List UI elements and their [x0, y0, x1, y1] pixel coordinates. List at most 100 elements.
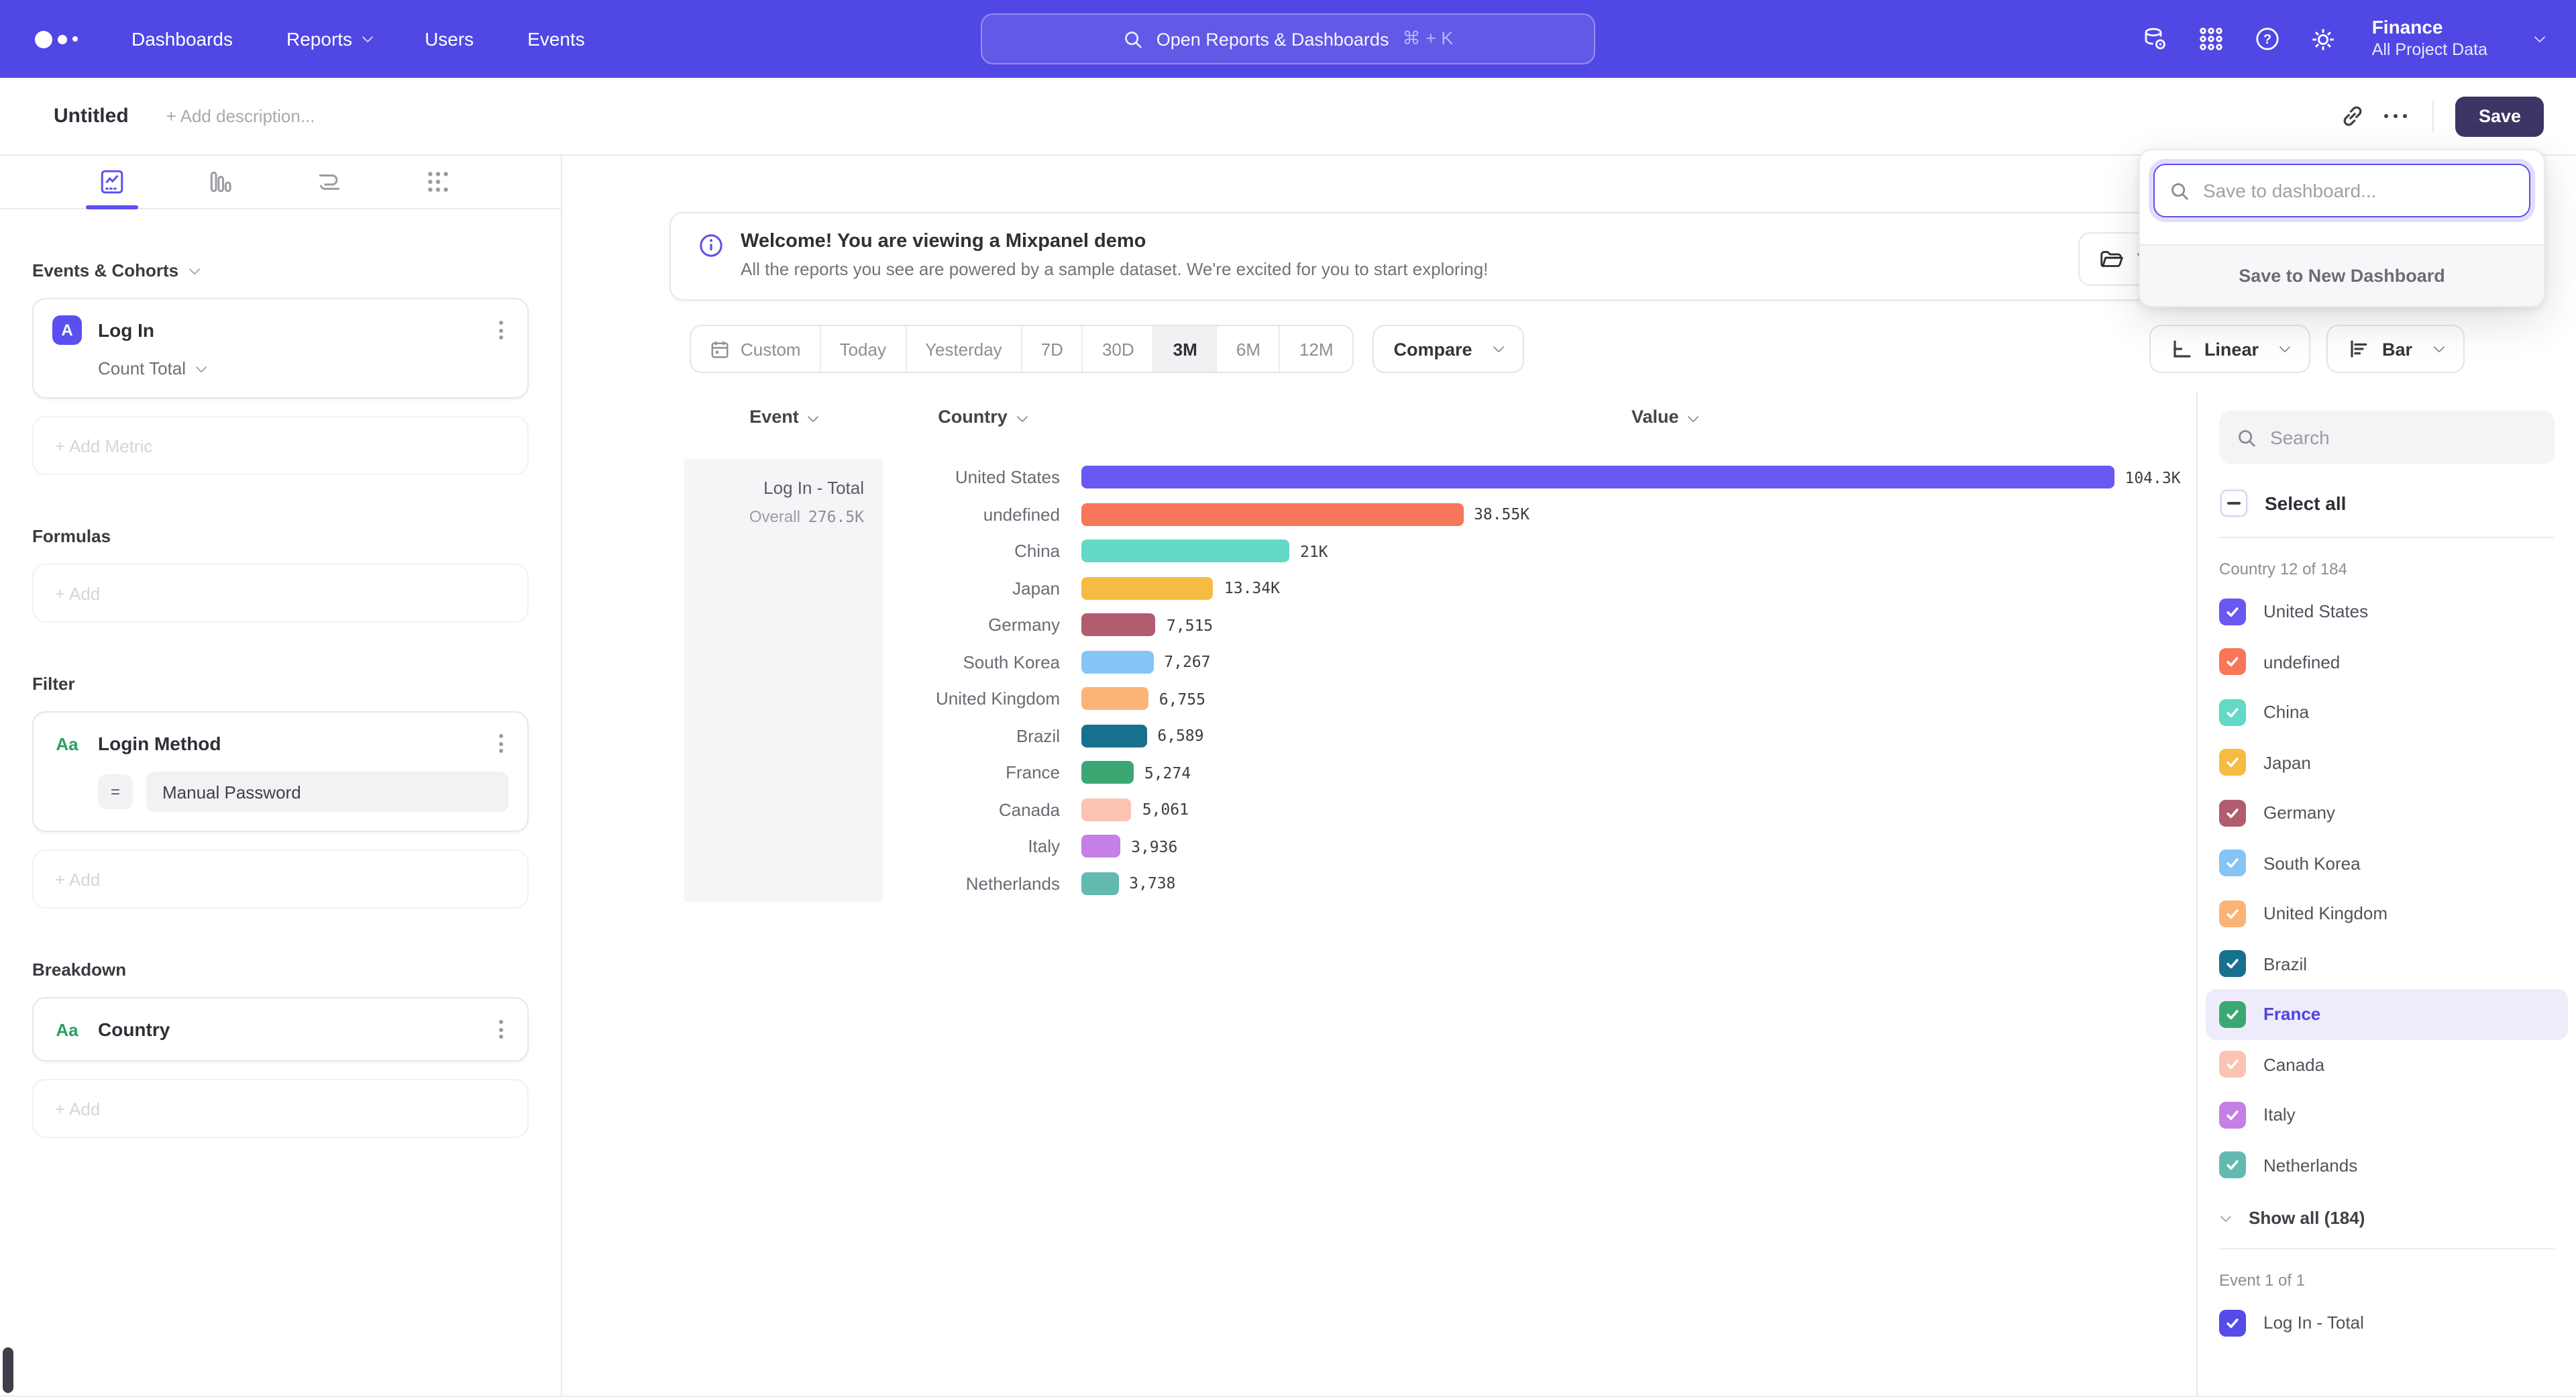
- save-button[interactable]: Save: [2456, 96, 2544, 136]
- mixpanel-logo-icon[interactable]: [35, 30, 78, 48]
- date-range-button[interactable]: 6M: [1218, 326, 1281, 372]
- country-checkbox[interactable]: [2219, 649, 2246, 676]
- country-filter-row[interactable]: Canada: [2206, 1039, 2568, 1090]
- bar[interactable]: [1081, 688, 1148, 711]
- save-to-new-dashboard-button[interactable]: Save to New Dashboard: [2140, 244, 2544, 306]
- country-filter-row[interactable]: China: [2206, 687, 2568, 737]
- date-range-button[interactable]: Yesterday: [906, 326, 1022, 372]
- tab-flows[interactable]: [317, 169, 342, 195]
- filter-card[interactable]: Aa Login Method = Manual Password: [32, 711, 529, 832]
- global-search-button[interactable]: Open Reports & Dashboards ⌘ + K: [981, 13, 1595, 64]
- chart-row: China 21K: [883, 533, 2196, 570]
- events-cohorts-heading[interactable]: Events & Cohorts: [32, 260, 529, 280]
- data-management-icon[interactable]: [2141, 25, 2168, 52]
- country-checkbox[interactable]: [2219, 1001, 2246, 1028]
- event-column-header[interactable]: Event: [684, 406, 883, 426]
- event-series-cell[interactable]: Log In - Total Overall276.5K: [684, 459, 883, 902]
- bar[interactable]: [1081, 835, 1120, 858]
- bar[interactable]: [1081, 872, 1118, 895]
- compare-button[interactable]: Compare: [1373, 325, 1525, 373]
- tab-funnels[interactable]: [208, 169, 233, 195]
- country-filter-row[interactable]: Germany: [2206, 788, 2568, 838]
- metric-kebab-icon[interactable]: [494, 315, 508, 345]
- value-column-header[interactable]: Value: [1631, 406, 1698, 426]
- country-filter-row[interactable]: France: [2206, 989, 2568, 1039]
- chart-type-selector[interactable]: Bar: [2327, 325, 2465, 373]
- filter-operator[interactable]: =: [98, 774, 133, 809]
- add-metric-button[interactable]: + Add Metric: [32, 416, 529, 475]
- nav-events[interactable]: Events: [527, 28, 585, 50]
- nav-reports[interactable]: Reports: [286, 28, 371, 50]
- date-range-button[interactable]: Custom: [691, 326, 821, 372]
- event-filter-row[interactable]: Log In - Total: [2206, 1298, 2568, 1348]
- scrollbar-thumb[interactable]: [3, 1347, 13, 1393]
- tab-retention[interactable]: [425, 169, 451, 195]
- help-icon[interactable]: ?: [2254, 25, 2281, 52]
- date-range-button[interactable]: 7D: [1022, 326, 1083, 372]
- country-filter-label: undefined: [2263, 652, 2340, 672]
- save-dashboard-search-input[interactable]: [2153, 164, 2530, 217]
- chart-row: Netherlands 3,738: [883, 865, 2196, 902]
- date-range-button[interactable]: 3M: [1155, 326, 1218, 372]
- filter-kebab-icon[interactable]: [494, 729, 508, 758]
- country-filter-row[interactable]: Netherlands: [2206, 1140, 2568, 1190]
- bar[interactable]: [1081, 614, 1156, 637]
- country-filter-row[interactable]: South Korea: [2206, 838, 2568, 888]
- add-filter-button[interactable]: + Add: [32, 849, 529, 909]
- add-breakdown-button[interactable]: + Add: [32, 1079, 529, 1138]
- country-checkbox[interactable]: [2219, 599, 2246, 625]
- apps-grid-icon[interactable]: [2198, 25, 2224, 52]
- select-all-row[interactable]: Select all: [2219, 490, 2555, 517]
- country-checkbox[interactable]: [2219, 1051, 2246, 1078]
- nav-users[interactable]: Users: [425, 28, 474, 50]
- bar[interactable]: [1081, 503, 1463, 526]
- country-filter-row[interactable]: Japan: [2206, 737, 2568, 788]
- country-checkbox[interactable]: [2219, 951, 2246, 978]
- country-checkbox[interactable]: [2219, 800, 2246, 827]
- project-chevron-down-icon[interactable]: [2534, 32, 2546, 43]
- filter-value[interactable]: Manual Password: [146, 772, 508, 812]
- select-all-checkbox[interactable]: [2220, 490, 2247, 517]
- legend-search-input[interactable]: Search: [2219, 411, 2555, 464]
- country-filter-row[interactable]: Brazil: [2206, 939, 2568, 989]
- country-column-header[interactable]: Country: [883, 406, 1081, 426]
- add-description[interactable]: + Add description...: [166, 106, 315, 126]
- tab-insights[interactable]: [99, 169, 125, 195]
- country-filter-row[interactable]: Italy: [2206, 1090, 2568, 1140]
- scale-selector[interactable]: Linear: [2149, 325, 2311, 373]
- aggregation-selector[interactable]: Count Total: [98, 358, 508, 378]
- breakdown-kebab-icon[interactable]: [494, 1015, 508, 1044]
- report-title[interactable]: Untitled: [54, 105, 129, 127]
- country-checkbox[interactable]: [2219, 1152, 2246, 1179]
- copy-link-icon[interactable]: [2331, 95, 2374, 138]
- chart-column-headers: Event Country Value: [684, 392, 2196, 440]
- bar[interactable]: [1081, 651, 1153, 674]
- country-checkbox[interactable]: [2219, 850, 2246, 877]
- info-icon: [698, 232, 724, 259]
- bar[interactable]: [1081, 466, 2114, 489]
- country-checkbox[interactable]: [2219, 1102, 2246, 1129]
- metric-card[interactable]: A Log In Count Total: [32, 298, 529, 399]
- show-all-button[interactable]: Show all (184): [2219, 1208, 2555, 1228]
- bar[interactable]: [1081, 798, 1132, 821]
- country-checkbox[interactable]: [2219, 699, 2246, 726]
- settings-gear-icon[interactable]: [2310, 25, 2337, 52]
- nav-dashboards[interactable]: Dashboards: [131, 28, 233, 50]
- breakdown-card[interactable]: Aa Country: [32, 997, 529, 1062]
- country-filter-row[interactable]: United Kingdom: [2206, 888, 2568, 939]
- country-filter-row[interactable]: United States: [2206, 586, 2568, 637]
- date-range-button[interactable]: 12M: [1281, 326, 1352, 372]
- bar[interactable]: [1081, 725, 1146, 747]
- bar[interactable]: [1081, 762, 1134, 784]
- country-checkbox[interactable]: [2219, 900, 2246, 927]
- project-selector[interactable]: Finance All Project Data: [2372, 17, 2487, 61]
- country-filter-row[interactable]: undefined: [2206, 637, 2568, 687]
- more-options-icon[interactable]: [2374, 95, 2417, 138]
- bar[interactable]: [1081, 577, 1214, 600]
- add-formula-button[interactable]: + Add: [32, 564, 529, 623]
- event-checkbox[interactable]: [2219, 1310, 2246, 1337]
- bar[interactable]: [1081, 540, 1289, 563]
- country-checkbox[interactable]: [2219, 749, 2246, 776]
- date-range-button[interactable]: Today: [821, 326, 906, 372]
- date-range-button[interactable]: 30D: [1083, 326, 1155, 372]
